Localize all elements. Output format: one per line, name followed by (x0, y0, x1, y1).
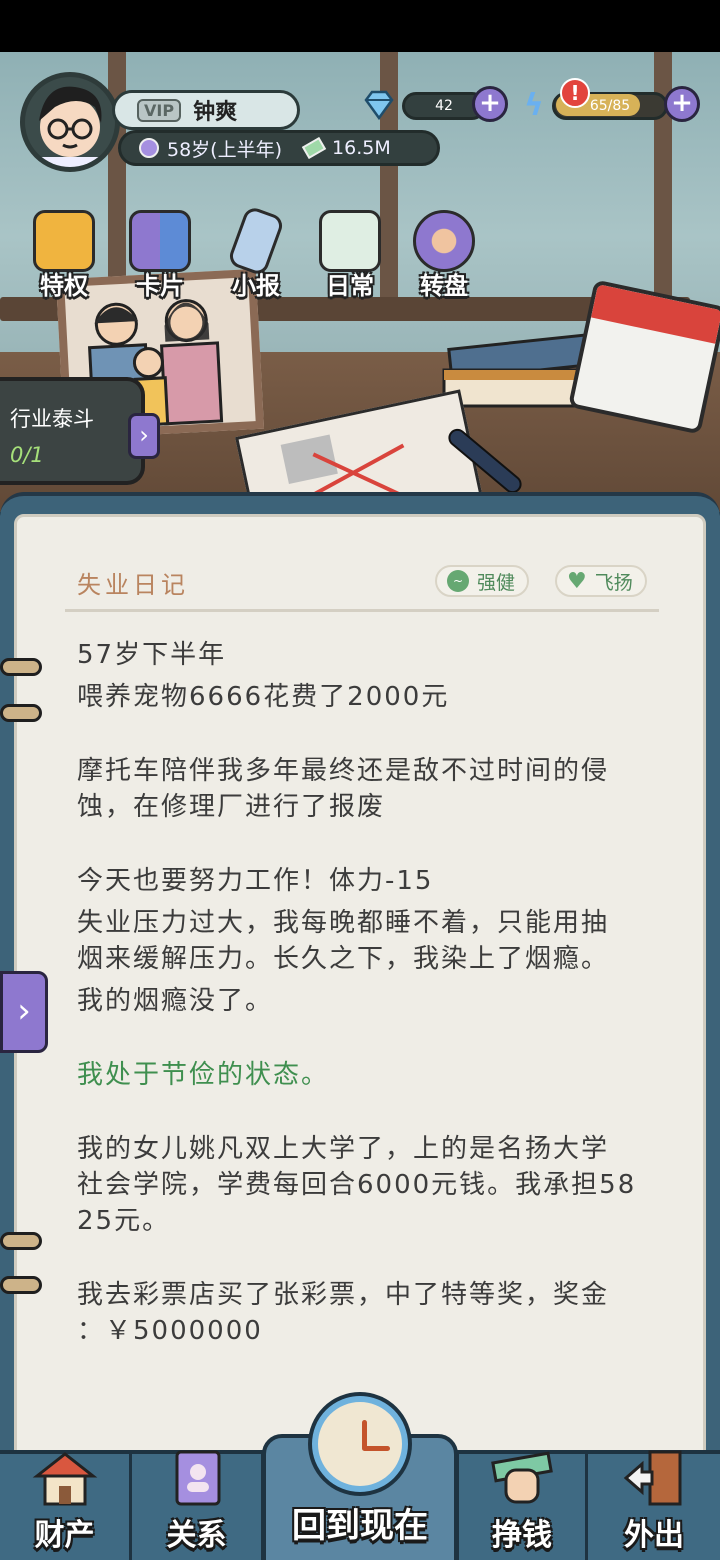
nav-label: 财产 (34, 1518, 95, 1553)
wheel-icon (413, 210, 475, 272)
industry-expand-button[interactable]: › (128, 413, 160, 459)
diary-line: 57岁下半年 (77, 640, 227, 670)
pulse-icon: ~ (447, 570, 469, 592)
side-panel-button[interactable]: › (0, 971, 48, 1053)
player-info-bar: 58岁(上半年) 16.5M (118, 130, 440, 166)
shortcut-label: 小报 (232, 272, 280, 300)
shortcut-privileges[interactable]: 特权 (26, 210, 102, 306)
status-tag-mood[interactable]: ♥ 飞扬 (555, 565, 647, 597)
nav-label: 挣钱 (492, 1518, 552, 1553)
diary-title: 失业日记 (77, 571, 189, 599)
nav-go-out[interactable]: 外出 (588, 1450, 720, 1560)
diary-line: 喂养宠物6666花费了2000元 (77, 682, 450, 712)
industry-count: 0/1 (10, 443, 44, 467)
back-to-now-button[interactable]: 回到现在 (262, 1396, 458, 1560)
diary-line: 25元。 (77, 1206, 171, 1236)
checklist-icon (319, 210, 381, 272)
diamond-icon (364, 90, 394, 120)
diary-page: 失业日记 ~ 强健 ♥ 飞扬 57岁下半年 喂养宠物6666花费了2000元 摩… (14, 514, 706, 1464)
diary-line: ：￥5000000 (77, 1316, 263, 1346)
diary-line-status: 我处于节俭的状态。 (77, 1060, 330, 1090)
shortcut-wheel[interactable]: 转盘 (406, 210, 482, 306)
calendar (567, 279, 720, 435)
shortcut-cards[interactable]: 卡片 (122, 210, 198, 306)
player-avatar[interactable] (20, 72, 120, 172)
player-name: 钟爽 (193, 100, 238, 125)
diary-line: 摩托车陪伴我多年最终还是敌不过时间的侵 (77, 756, 610, 786)
diary-line: 今天也要努力工作！体力-15 (77, 866, 434, 896)
binder-ring (0, 658, 42, 676)
add-diamond-button[interactable]: + (472, 86, 508, 122)
diary-line: 我的烟瘾没了。 (77, 986, 274, 1016)
shortcut-label: 卡片 (136, 272, 184, 300)
house-icon (32, 1452, 97, 1506)
back-to-now-label: 回到现在 (292, 1506, 428, 1546)
add-energy-button[interactable]: + (664, 86, 700, 122)
money-icon (301, 136, 327, 160)
player-money: 16.5M (332, 137, 391, 159)
fist-money-icon (491, 1451, 553, 1504)
diary-line: 我去彩票店买了张彩票，中了特等奖，奖金 (77, 1280, 610, 1310)
binder-ring (0, 1232, 42, 1250)
cards-icon (129, 210, 191, 272)
nav-label: 关系 (166, 1518, 227, 1553)
shortcut-label: 特权 (40, 272, 88, 300)
binder-ring (0, 1276, 42, 1294)
player-name-pill[interactable]: VIP 钟爽 (112, 90, 300, 130)
diary-entries: 57岁下半年 喂养宠物6666花费了2000元 摩托车陪伴我多年最终还是敌不过时… (77, 637, 677, 1349)
shortcut-label: 转盘 (420, 272, 468, 300)
diary-line: 蚀，在修理厂进行了报废 (77, 792, 386, 822)
nav-assets[interactable]: 财产 (0, 1452, 132, 1560)
nav-earn[interactable]: 挣钱 (456, 1451, 588, 1560)
nav-label: 外出 (624, 1518, 684, 1553)
diary-line: 我的女儿姚凡双上大学了，上的是名扬大学 (77, 1134, 610, 1164)
diary-line: 失业压力过大，我每晚都睡不着，只能用抽 (77, 908, 610, 938)
alert-icon[interactable]: ! (560, 78, 590, 108)
clock-icon (139, 138, 159, 158)
diary-line: 社会学院，学费每回合6000元钱。我承担58 (77, 1170, 637, 1200)
energy-icon: ϟ (524, 88, 544, 123)
divider (65, 609, 659, 612)
bottom-nav: 财产 关系 回到现在 挣钱 外出 (0, 1396, 720, 1560)
vip-icon (33, 210, 95, 272)
nav-relations[interactable]: 关系 (132, 1450, 264, 1560)
shortcut-daily[interactable]: 日常 (312, 210, 388, 306)
alarm-clock-icon (312, 1396, 408, 1492)
tag-label: 强健 (477, 571, 516, 594)
player-age: 58岁(上半年) (167, 138, 283, 161)
contacts-book-icon (175, 1450, 220, 1506)
tag-label: 飞扬 (594, 571, 633, 594)
shortcut-newspaper[interactable]: 小报 (218, 205, 294, 306)
diary-panel: 失业日记 ~ 强健 ♥ 飞扬 57岁下半年 喂养宠物6666花费了2000元 摩… (0, 492, 720, 1464)
industry-title: 行业泰斗 (10, 407, 94, 431)
industry-progress-card[interactable]: 行业泰斗 0/1 (0, 377, 145, 485)
heart-icon: ♥ (567, 568, 587, 594)
status-tag-health[interactable]: ~ 强健 (435, 565, 530, 597)
diary-line: 烟来缓解压力。长久之下，我染上了烟瘾。 (77, 944, 610, 974)
vip-badge: VIP (137, 98, 182, 122)
shortcut-label: 日常 (326, 272, 374, 300)
door-exit-icon (623, 1450, 682, 1506)
binder-ring (0, 704, 42, 722)
